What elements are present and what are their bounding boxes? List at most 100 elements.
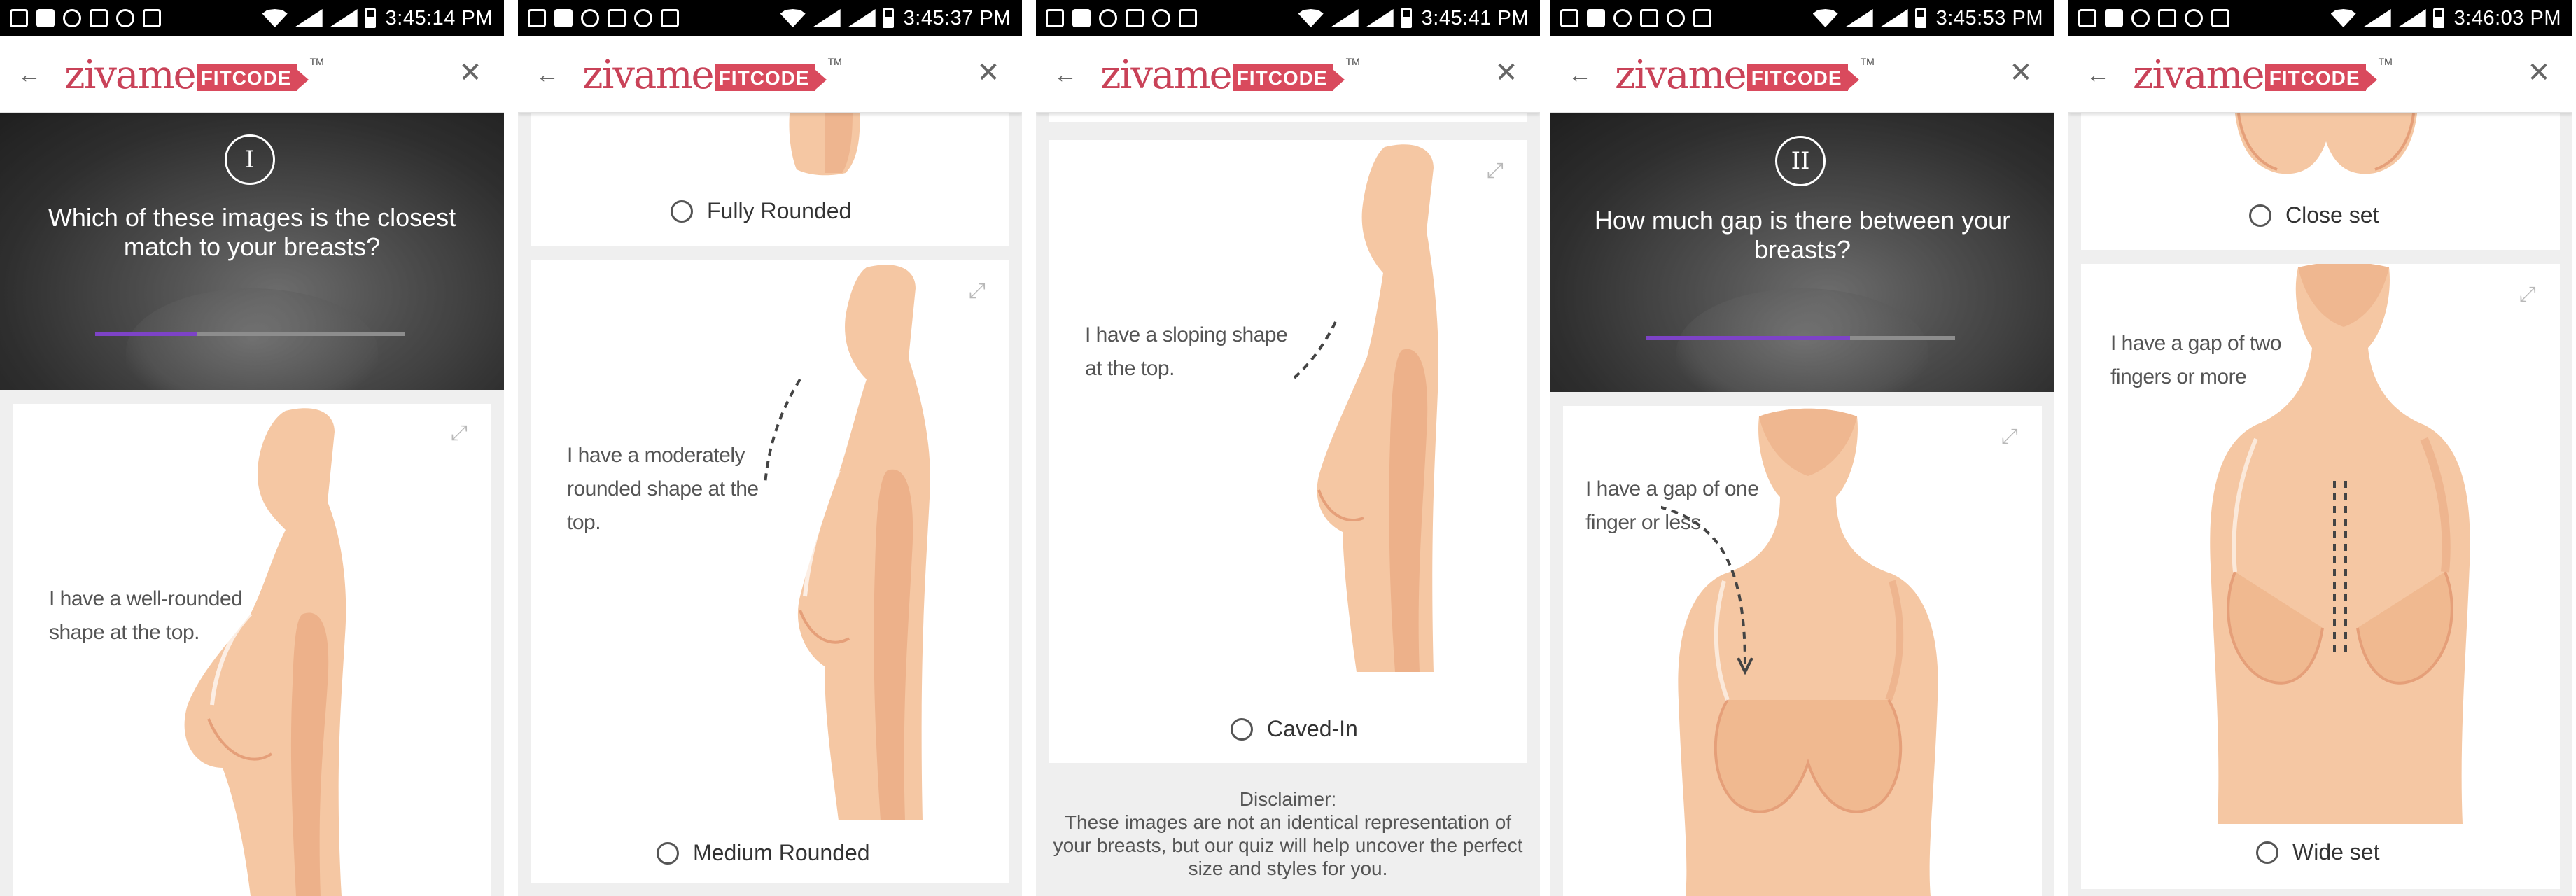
whatsapp-icon bbox=[2132, 9, 2150, 27]
logo-arrow-icon bbox=[2365, 70, 2377, 90]
radio-button[interactable] bbox=[671, 200, 693, 223]
app-bar: ← zivame FITCODE TM ✕ bbox=[1036, 36, 1540, 113]
screen-question-2: 3:45:53 PM ← zivame FITCODE TM ✕ II How … bbox=[1550, 0, 2054, 896]
whatsapp-icon bbox=[1614, 9, 1632, 27]
radio-button[interactable] bbox=[1231, 718, 1253, 741]
option-label: Medium Rounded bbox=[693, 840, 870, 865]
medium-rounded-illustration bbox=[764, 265, 930, 820]
signal-icon bbox=[847, 9, 876, 27]
close-set-illustration bbox=[1661, 408, 1938, 896]
signal-icon bbox=[2362, 9, 2391, 27]
camera-icon bbox=[2158, 9, 2176, 27]
option-card-fully-rounded[interactable]: Fully Rounded bbox=[531, 113, 1009, 246]
signal-icon bbox=[1844, 9, 1873, 27]
back-arrow-icon[interactable]: ← bbox=[533, 61, 561, 89]
zivame-fitcode-logo: zivame FITCODE TM bbox=[2133, 52, 2393, 98]
option-card-medium-rounded[interactable]: ⤢ I have a moderately rounded shape at t… bbox=[531, 260, 1009, 883]
step-numeral: I bbox=[225, 134, 275, 185]
back-arrow-icon[interactable]: ← bbox=[15, 61, 43, 89]
battery-icon bbox=[1914, 8, 1926, 28]
notification-icons bbox=[10, 8, 169, 28]
question-text: How much gap is there between your breas… bbox=[1594, 206, 2011, 264]
option-card-wide-set[interactable]: ⤢ I have a gap of two fingers or more Wi… bbox=[2081, 264, 2560, 889]
image-icon bbox=[554, 9, 573, 27]
message-icon bbox=[10, 9, 28, 27]
close-icon[interactable]: ✕ bbox=[974, 59, 1002, 87]
signal-icon bbox=[2398, 9, 2426, 27]
expand-icon[interactable]: ⤢ bbox=[1481, 157, 1509, 185]
app-bar: ← zivame FITCODE TM ✕ bbox=[1550, 36, 2054, 113]
option-card-close-set[interactable]: ⤢ I have a gap of one finger or less bbox=[1563, 406, 2042, 896]
status-bar: 3:45:41 PM bbox=[1036, 0, 1540, 36]
option-caved-in[interactable]: Caved-In bbox=[1231, 716, 1358, 742]
battery-icon bbox=[364, 8, 376, 28]
battery-icon bbox=[882, 8, 894, 28]
camera-icon bbox=[608, 9, 626, 27]
app-bar: ← zivame FITCODE TM ✕ bbox=[518, 36, 1022, 113]
app-icon bbox=[661, 9, 679, 27]
option-card-fully-rounded[interactable]: ⤢ I have a well-rounded shape at the top… bbox=[13, 404, 491, 896]
status-bar: 3:45:14 PM bbox=[0, 0, 504, 36]
wifi-off-icon bbox=[116, 9, 134, 27]
expand-icon[interactable]: ⤢ bbox=[2514, 281, 2542, 309]
status-time: 3:45:14 PM bbox=[385, 6, 493, 29]
battery-icon bbox=[1400, 8, 1412, 28]
wifi-off-icon bbox=[2185, 9, 2203, 27]
signal-icon bbox=[1879, 9, 1908, 27]
radio-button[interactable] bbox=[2249, 204, 2272, 227]
wifi-icon bbox=[262, 9, 288, 27]
quiz-progress-bar bbox=[1646, 336, 1955, 340]
status-time: 3:45:41 PM bbox=[1421, 6, 1529, 29]
message-icon bbox=[2078, 9, 2096, 27]
option-medium-rounded[interactable]: Medium Rounded bbox=[657, 840, 870, 866]
question-hero: II How much gap is there between your br… bbox=[1550, 113, 2054, 392]
app-icon bbox=[143, 9, 161, 27]
wifi-off-icon bbox=[634, 9, 652, 27]
back-arrow-icon[interactable]: ← bbox=[1566, 61, 1594, 89]
expand-icon[interactable]: ⤢ bbox=[1996, 423, 2024, 451]
option-card-caved-in[interactable]: ⤢ I have a sloping shape at the top. Cav… bbox=[1049, 140, 1527, 763]
app-icon bbox=[1693, 9, 1712, 27]
screen-options-2: 3:45:41 PM ← zivame FITCODE TM ✕ ⤢ I hav… bbox=[1036, 0, 1540, 896]
status-bar: 3:45:37 PM bbox=[518, 0, 1022, 36]
option-fully-rounded[interactable]: Fully Rounded bbox=[671, 198, 851, 224]
close-icon[interactable]: ✕ bbox=[2007, 59, 2035, 87]
option-label: Close set bbox=[2286, 202, 2379, 227]
option-wide-set[interactable]: Wide set bbox=[2256, 839, 2379, 865]
wifi-icon bbox=[1812, 9, 1838, 27]
close-icon[interactable]: ✕ bbox=[2525, 59, 2553, 87]
close-icon[interactable]: ✕ bbox=[1492, 59, 1520, 87]
status-time: 3:45:37 PM bbox=[903, 6, 1011, 29]
progress-fill bbox=[1646, 336, 1850, 340]
notification-icons bbox=[528, 8, 687, 28]
signal-icon bbox=[812, 9, 841, 27]
back-arrow-icon[interactable]: ← bbox=[1051, 61, 1079, 89]
option-close-set[interactable]: Close set bbox=[2249, 202, 2379, 228]
camera-icon bbox=[1126, 9, 1144, 27]
app-icon bbox=[1179, 9, 1197, 27]
status-bar: 3:46:03 PM bbox=[2068, 0, 2572, 36]
close-icon[interactable]: ✕ bbox=[456, 59, 484, 87]
logo-arrow-icon bbox=[1333, 70, 1345, 90]
message-icon bbox=[1560, 9, 1578, 27]
option-label: Wide set bbox=[2292, 839, 2380, 864]
wifi-off-icon bbox=[1152, 9, 1170, 27]
zivame-fitcode-logo: zivame FITCODE TM bbox=[1615, 52, 1875, 98]
fully-rounded-illustration-partial bbox=[789, 113, 860, 176]
status-bar: 3:45:53 PM bbox=[1550, 0, 2054, 36]
radio-button[interactable] bbox=[657, 841, 679, 864]
signal-icon bbox=[329, 9, 358, 27]
option-caption: I have a moderately rounded shape at the… bbox=[567, 444, 759, 534]
image-icon bbox=[1072, 9, 1091, 27]
option-label: Fully Rounded bbox=[707, 198, 852, 223]
disclaimer-title: Disclaimer: bbox=[1239, 788, 1337, 810]
radio-button[interactable] bbox=[2256, 841, 2278, 864]
notification-icons bbox=[1560, 8, 1720, 28]
camera-icon bbox=[90, 9, 108, 27]
option-card-close-set[interactable]: Close set bbox=[2081, 113, 2560, 250]
disclaimer-text: These images are not an identical repres… bbox=[1053, 811, 1523, 879]
step-numeral: II bbox=[1775, 136, 1826, 186]
question-text: Which of these images is the closest mat… bbox=[48, 203, 456, 261]
app-bar: ← zivame FITCODE TM ✕ bbox=[2068, 36, 2572, 113]
back-arrow-icon[interactable]: ← bbox=[2084, 61, 2112, 89]
